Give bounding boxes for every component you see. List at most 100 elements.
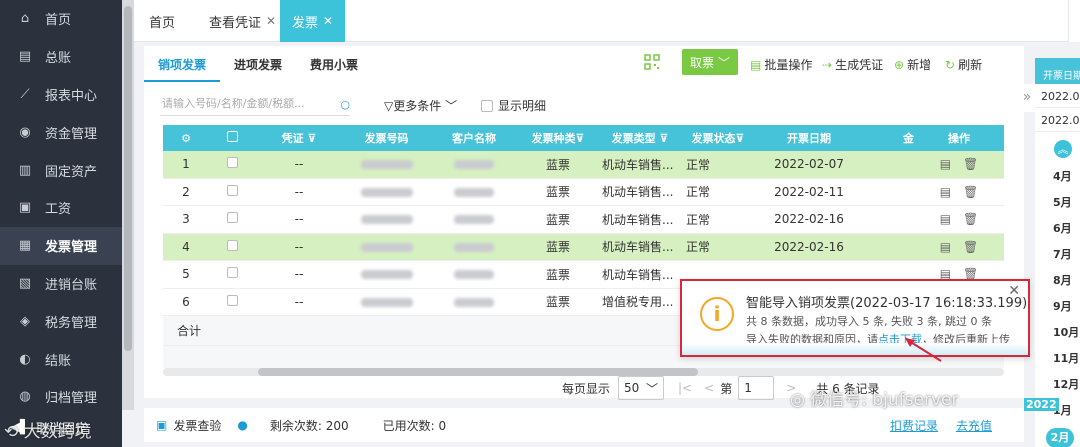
year-badge: 2022 — [1024, 398, 1059, 411]
row-checkbox[interactable] — [209, 157, 255, 171]
header-invoice-status[interactable]: 发票状态⊽ — [682, 130, 754, 146]
month-item[interactable]: 12月 — [1035, 372, 1080, 398]
prev-page-icon[interactable]: < — [704, 381, 714, 395]
sidebar-item[interactable]: ◈ 税务管理 — [0, 302, 122, 340]
app-root: ⌂ 首页 ▤ 总账 ⟋ 报表中心 ◉ 资金管理 ▥ 固定资产 ▣ 工资 ▦ 发票管理 ▧ 进销台账 ◈ 税务管理 ◐… — [0, 0, 1080, 447]
view-icon[interactable]: ▤ — [940, 212, 951, 226]
scrollbar-thumb[interactable] — [124, 6, 132, 351]
delete-icon[interactable]: 🗑 — [963, 212, 978, 226]
table-row[interactable]: 2 -- 蓝票 机动车销售... 正常 2022-02-11 ▤ 🗑 — [163, 179, 1004, 206]
add-button[interactable]: ⊕ 新增 — [894, 56, 931, 73]
row-actions: ▤🗑 — [914, 212, 1004, 226]
view-icon[interactable]: ▤ — [940, 240, 951, 254]
top-tab-bar: 首页 查看凭证 ✕ 发票 ✕ — [134, 0, 1080, 42]
row-checkbox[interactable] — [209, 267, 255, 281]
subtab-sales-invoice[interactable]: 销项发票 — [144, 46, 221, 82]
row-checkbox[interactable] — [209, 212, 255, 226]
delete-icon[interactable]: 🗑 — [963, 185, 978, 199]
search-placeholder: 请输入号码/名称/金额/税额... — [162, 97, 305, 110]
batch-operation-button[interactable]: ▤ 批量操作 — [750, 56, 812, 73]
search-icon[interactable]: ○ — [340, 95, 350, 115]
fee-record-link[interactable]: 扣费记录 — [890, 417, 938, 434]
header-invoice-type[interactable]: 发票类型 ⊽ — [598, 130, 682, 146]
delete-icon[interactable]: 🗑 — [963, 157, 978, 171]
view-icon[interactable]: ▤ — [940, 185, 951, 199]
close-icon[interactable]: ✕ — [1008, 283, 1020, 299]
row-number: 1 — [182, 157, 190, 172]
month-item[interactable]: 8月 — [1035, 268, 1080, 294]
row-checkbox[interactable] — [209, 239, 255, 254]
table-row[interactable]: 4 -- 蓝票 机动车销售... 正常 2022-02-16 ▤ 🗑 — [163, 233, 1004, 261]
month-item[interactable]: 5月 — [1035, 190, 1080, 216]
tab-invoice[interactable]: 发票 ✕ — [280, 0, 346, 42]
page-number-input[interactable]: 1 — [738, 376, 775, 400]
sidebar-item[interactable]: ◐ 结账 — [0, 340, 122, 378]
view-icon[interactable]: ▤ — [940, 157, 951, 171]
generate-voucher-button[interactable]: ⇢ 生成凭证 — [822, 56, 883, 73]
table-row[interactable]: 1 -- 蓝票 机动车销售... 正常 2022-02-07 ▤ 🗑 — [163, 151, 1004, 179]
refresh-button[interactable]: ↻ 刷新 — [945, 56, 982, 73]
month-item[interactable]: 4月 — [1035, 164, 1080, 190]
collapse-panel-icon[interactable]: » — [1019, 84, 1035, 112]
month-item[interactable]: 10月 — [1035, 320, 1080, 346]
filter-icon[interactable]: ⊽ — [576, 132, 585, 145]
asset-icon: ▥ — [18, 162, 32, 178]
sidebar-item[interactable]: ⌂ 首页 — [0, 0, 122, 38]
header-invoice-kind[interactable]: 发票种类⊽ — [518, 130, 598, 146]
column-settings-icon[interactable]: ⚙ — [163, 132, 209, 145]
sidebar-item[interactable]: ▦ 发票管理 — [0, 226, 122, 265]
row-voucher: -- — [294, 294, 304, 309]
sidebar-item[interactable]: ⟋ 报表中心 — [0, 76, 122, 114]
delete-icon[interactable]: 🗑 — [963, 240, 978, 254]
chevron-up-icon[interactable]: ︽ — [1054, 140, 1072, 158]
filter-icon[interactable]: ⊽ — [659, 132, 668, 145]
row-actions: ▤🗑 — [914, 185, 1004, 199]
show-detail-checkbox[interactable]: 显示明细 — [481, 97, 546, 114]
checkbox[interactable] — [481, 99, 493, 112]
sidebar-item[interactable]: ▧ 进销台账 — [0, 265, 122, 303]
per-page-select[interactable]: 50 ﹀ — [618, 376, 665, 400]
top-right-edge — [1068, 0, 1080, 42]
tab-home[interactable]: 首页 — [149, 0, 175, 42]
table-row[interactable]: 3 -- 蓝票 机动车销售... 正常 2022-02-16 ▤ 🗑 — [163, 206, 1004, 234]
close-icon[interactable]: ✕ — [266, 14, 276, 28]
row-checkbox[interactable] — [209, 184, 255, 199]
tab-view-voucher[interactable]: 查看凭证 ✕ — [209, 0, 276, 42]
select-all-checkbox[interactable] — [209, 131, 255, 145]
row-invoice-kind: 蓝票 — [545, 185, 570, 200]
sidebar-scrollbar[interactable] — [122, 0, 134, 410]
horizontal-scrollbar-thumb[interactable] — [258, 368, 698, 376]
header-voucher[interactable]: 凭证 ⊽ — [255, 130, 343, 146]
info-icon[interactable]: ● — [237, 418, 247, 432]
search-input[interactable]: 请输入号码/名称/金额/税额... ○ — [160, 94, 350, 116]
filter-icon[interactable]: ⊽ — [307, 132, 316, 145]
sidebar-item[interactable]: ▤ 总账 — [0, 38, 122, 76]
date-navigator: 开票日期 2022.02 2022.02 ︽ 4月5月6月7月8月9月10月11… — [1035, 58, 1080, 447]
tab-view-voucher-label: 查看凭证 — [209, 15, 262, 31]
horizontal-scrollbar[interactable] — [163, 368, 1004, 376]
close-icon[interactable]: ✕ — [323, 14, 333, 28]
sidebar-item[interactable]: ▣ 工资 — [0, 189, 122, 227]
first-page-icon[interactable]: |< — [678, 381, 692, 395]
invoice-check-label[interactable]: 发票查验 — [173, 417, 221, 434]
more-conditions-filter[interactable]: ▽更多条件 ﹀ — [384, 97, 457, 114]
fetch-invoice-button[interactable]: 取票 ﹀ — [682, 49, 738, 75]
month-item[interactable]: 7月 — [1035, 242, 1080, 268]
notification-title: 智能导入销项发票(2022-03-17 16:18:33.199) — [746, 296, 1028, 311]
row-checkbox[interactable] — [209, 294, 255, 309]
qr-code-icon[interactable] — [644, 54, 660, 70]
month-item[interactable]: 11月 — [1035, 346, 1080, 372]
current-month-button[interactable]: 2月 — [1046, 428, 1074, 447]
sidebar-item[interactable]: ▥ 固定资产 — [0, 151, 122, 189]
date-range-start[interactable]: 2022.02 — [1035, 84, 1080, 108]
date-range-end[interactable]: 2022.02 — [1035, 108, 1080, 132]
filter-icon[interactable]: ⊽ — [736, 132, 745, 145]
subtab-purchase-invoice[interactable]: 进项发票 — [220, 46, 296, 82]
subtab-expense-receipt[interactable]: 费用小票 — [296, 46, 372, 82]
month-item[interactable]: 6月 — [1035, 216, 1080, 242]
ledger-icon: ▤ — [18, 49, 32, 65]
sidebar-item[interactable]: ◉ 资金管理 — [0, 113, 122, 151]
recharge-link[interactable]: 去充值 — [956, 417, 992, 434]
show-detail-label: 显示明细 — [498, 99, 547, 113]
month-item[interactable]: 9月 — [1035, 294, 1080, 320]
